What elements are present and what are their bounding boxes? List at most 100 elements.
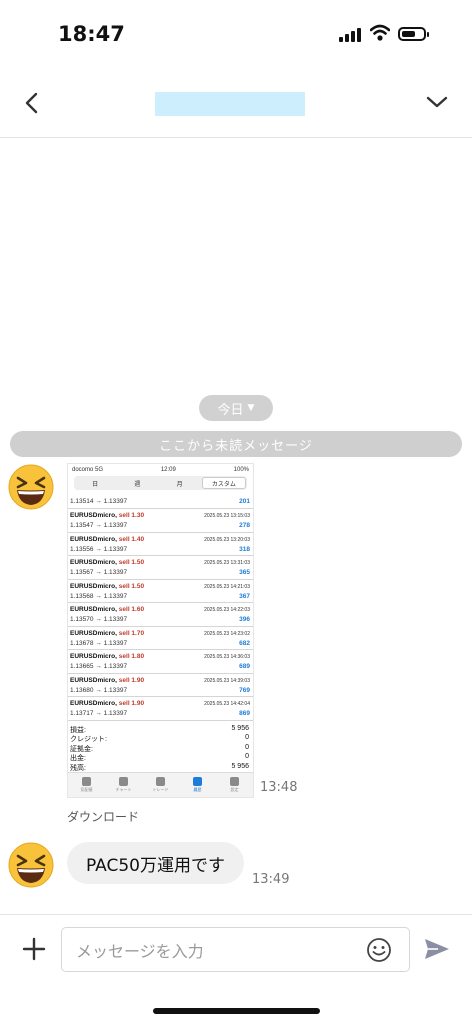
trade-side: sell 1.90 [118, 700, 145, 707]
image-tab: 週 [134, 481, 141, 488]
plus-icon[interactable] [22, 937, 46, 961]
summary-value: 0 [245, 753, 249, 760]
trade-datetime: 2025.05.23 13:20:03 [204, 536, 250, 543]
trade-row: EURUSDmicro, sell 1.80 2025.05.23 14:36:… [68, 650, 253, 674]
image-message-timestamp: 13:48 [260, 780, 298, 795]
shared-image-message[interactable]: docomo 5G 12:09 100% 日 週 月 カスタム 1.13514 … [67, 463, 254, 798]
image-tab-bar: 気配値 チャート トレード 履歴 設定 [68, 772, 253, 797]
trade-prices: 1.13514 → 1.13397 [70, 498, 128, 505]
summary-row: 損益: 5 956 [70, 725, 251, 735]
date-separator[interactable]: 今日 ▼ [199, 395, 273, 421]
summary-row: 残高: 5 956 [70, 763, 251, 773]
summary-value: 5 956 [231, 724, 249, 732]
trade-datetime: 2025.05.23 14:23:02 [204, 630, 250, 637]
image-carrier: docomo 5G [72, 466, 104, 473]
status-bar: 18:47 [0, 0, 472, 70]
summary-value: 0 [245, 743, 249, 751]
trade-symbol: EURUSDmicro, [70, 512, 117, 519]
image-tabbar-item: トレード [142, 773, 179, 797]
message-input[interactable]: メッセージを入力 [61, 927, 410, 972]
summary-label: 損益: [70, 726, 86, 734]
message-input-bar: メッセージを入力 [0, 914, 472, 985]
trade-side: sell 1.50 [118, 559, 145, 566]
unread-divider: ここから未読メッセージ [10, 431, 462, 457]
trade-row: EURUSDmicro, sell 1.50 2025.05.23 13:31:… [68, 556, 253, 580]
history-icon [193, 777, 202, 786]
trade-profit: 201 [239, 498, 250, 505]
grinning-squint-emoji-avatar[interactable] [8, 842, 54, 888]
trade-side: sell 1.80 [118, 653, 145, 660]
image-tab: 日 [92, 481, 99, 488]
image-battery: 100% [233, 466, 249, 473]
trade-profit: 365 [239, 569, 250, 576]
trade-datetime: 2025.05.23 14:39:03 [204, 677, 250, 684]
summary-value: 5 956 [231, 762, 249, 770]
quotes-icon [82, 777, 91, 786]
trade-side: sell 1.30 [118, 512, 145, 519]
wifi-icon [370, 24, 390, 41]
image-period-tabs: 日 週 月 カスタム [74, 476, 247, 490]
emoji-smile-icon[interactable] [366, 937, 392, 963]
text-message-timestamp: 13:49 [252, 872, 290, 887]
trade-row: 1.13514 → 1.13397 201 [68, 494, 253, 509]
trade-side: sell 1.90 [118, 676, 145, 684]
trade-datetime: 2025.05.23 14:42:04 [204, 701, 250, 707]
trade-row: EURUSDmicro, sell 1.90 2025.05.23 14:39:… [68, 674, 253, 697]
trade-row: EURUSDmicro, sell 1.70 2025.05.23 14:23:… [68, 627, 253, 650]
trade-datetime: 2025.05.23 13:31:03 [204, 560, 250, 566]
trade-row: EURUSDmicro, sell 1.40 2025.05.23 13:20:… [68, 533, 253, 556]
send-icon[interactable] [424, 937, 450, 961]
trade-datetime: 2025.05.23 13:15:03 [204, 513, 250, 519]
status-time: 18:47 [58, 22, 125, 46]
image-tabbar-item: チャート [105, 773, 142, 797]
caret-down-icon: ▼ [247, 403, 255, 413]
back-arrow-icon[interactable] [22, 92, 42, 114]
trade-symbol: EURUSDmicro, [70, 653, 117, 660]
image-tab-active: カスタム [201, 477, 246, 489]
image-status-bar: docomo 5G 12:09 100% [68, 464, 253, 475]
grinning-squint-emoji-avatar[interactable] [8, 464, 54, 510]
image-account-summary: 損益: 5 956 クレジット: 0 証拠金: 0 出金: 0 残高: 5 956 [68, 721, 253, 773]
trade-symbol: EURUSDmicro, [70, 559, 117, 566]
trade-profit: 869 [239, 710, 250, 717]
image-time: 12:09 [160, 466, 176, 473]
text-message-bubble[interactable]: PAC50万運用です [67, 842, 244, 884]
trade-symbol: EURUSDmicro, [70, 606, 117, 613]
trade-symbol: EURUSDmicro, [70, 582, 117, 590]
trade-prices: 1.13556 → 1.13397 [70, 545, 128, 553]
battery-icon [398, 27, 429, 41]
trade-symbol: EURUSDmicro, [70, 676, 117, 684]
summary-label: 残高: [70, 764, 86, 772]
image-tabbar-item: 気配値 [68, 773, 105, 797]
trade-prices: 1.13680 → 1.13397 [70, 686, 128, 694]
trade-row: EURUSDmicro, sell 1.30 2025.05.23 13:15:… [68, 509, 253, 533]
trade-prices: 1.13568 → 1.13397 [70, 592, 128, 600]
chat-header [0, 70, 472, 138]
chevron-down-icon[interactable] [426, 95, 448, 109]
trade-symbol: EURUSDmicro, [70, 629, 117, 637]
trade-prices: 1.13678 → 1.13397 [70, 639, 128, 647]
image-tabbar-item: 設定 [216, 773, 253, 797]
summary-row: 出金: 0 [70, 753, 251, 763]
trade-datetime: 2025.05.23 14:21:03 [204, 583, 250, 590]
trade-symbol: EURUSDmicro, [70, 535, 117, 543]
trade-datetime: 2025.05.23 14:36:03 [204, 654, 250, 660]
trade-profit: 396 [239, 616, 250, 623]
trade-profit: 367 [239, 592, 250, 600]
trade-side: sell 1.40 [118, 535, 145, 543]
download-link[interactable]: ダウンロード [67, 808, 139, 825]
trade-side: sell 1.50 [118, 582, 145, 590]
trade-icon [156, 777, 165, 786]
summary-value: 0 [245, 734, 249, 741]
cellular-signal-icon [339, 28, 361, 42]
trade-prices: 1.13567 → 1.13397 [70, 569, 128, 576]
trade-prices: 1.13717 → 1.13397 [70, 710, 128, 717]
trade-profit: 278 [239, 522, 250, 529]
image-tabbar-item: 履歴 [179, 773, 216, 797]
image-trade-list: 1.13514 → 1.13397 201 EURUSDmicro, sell … [68, 494, 253, 721]
trade-datetime: 2025.05.23 14:22:03 [204, 607, 250, 613]
summary-row: 証拠金: 0 [70, 744, 251, 754]
date-label: 今日 [217, 402, 244, 418]
trade-side: sell 1.60 [118, 606, 145, 613]
image-tab: 月 [176, 481, 183, 488]
